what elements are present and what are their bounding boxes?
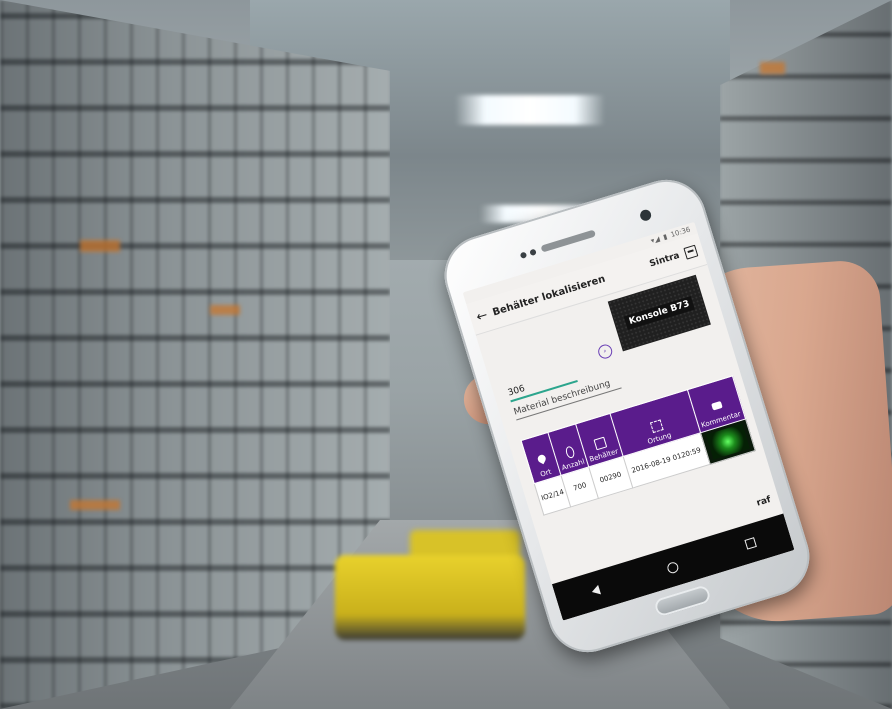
quantity-icon <box>562 445 577 460</box>
forklift <box>335 555 525 640</box>
shelf-beam <box>80 240 120 252</box>
warehouse-photo: ▾◢ ▮ 10:36 ← Behälter lokalisieren Sintr… <box>0 0 892 709</box>
battery-icon: ▮ <box>662 232 669 242</box>
comment-thumbnail <box>705 423 750 460</box>
tracking-icon <box>648 419 663 434</box>
comment-icon <box>710 400 725 415</box>
logout-icon[interactable] <box>683 244 699 260</box>
location-pin-icon <box>535 453 550 468</box>
ceiling-light <box>455 95 605 125</box>
shelf-beam <box>210 305 240 315</box>
shelf-beam <box>760 62 785 74</box>
scan-icon[interactable]: ⌕ <box>596 342 614 361</box>
nav-recent-icon[interactable] <box>743 537 757 550</box>
header-label: Ort <box>539 467 553 479</box>
container-icon <box>593 436 608 451</box>
user-name: Sintra <box>648 250 681 270</box>
back-arrow-icon[interactable]: ← <box>474 307 489 325</box>
signal-icon: ▾◢ <box>649 234 661 246</box>
nav-home-icon[interactable] <box>665 560 680 575</box>
konsole-label: Konsole B73 <box>623 296 696 331</box>
nav-back-icon[interactable] <box>589 584 601 597</box>
shelf-beam <box>70 500 120 510</box>
brand-logo: raf <box>755 494 773 509</box>
